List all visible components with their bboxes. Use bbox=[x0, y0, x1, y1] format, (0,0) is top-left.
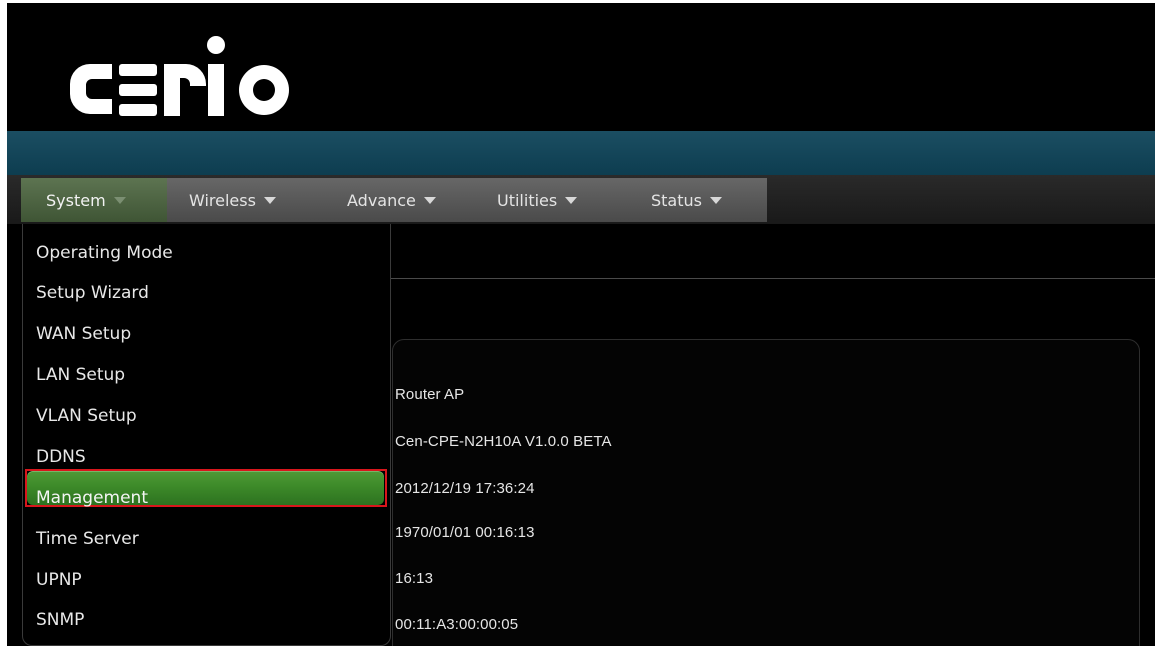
info-value-uptime: 16:13 bbox=[395, 570, 434, 587]
info-value-operating-mode: Router AP bbox=[395, 386, 465, 403]
menu-label: Advance bbox=[347, 190, 416, 210]
header-band bbox=[7, 131, 1155, 175]
dropdown-item-vlan-setup[interactable]: VLAN Setup bbox=[36, 406, 137, 426]
triangle-down-icon bbox=[423, 196, 436, 204]
app-window: Router AP Cen-CPE-N2H10A V1.0.0 BETA 201… bbox=[7, 3, 1155, 646]
menu-wireless[interactable]: Wireless bbox=[167, 178, 333, 222]
dropdown-item-snmp[interactable]: SNMP bbox=[36, 610, 84, 630]
menu-status[interactable]: Status bbox=[635, 178, 767, 222]
dropdown-item-lan-setup[interactable]: LAN Setup bbox=[36, 365, 125, 385]
divider bbox=[387, 278, 1155, 279]
triangle-down-icon bbox=[565, 196, 578, 204]
dropdown-item-setup-wizard[interactable]: Setup Wizard bbox=[36, 283, 149, 303]
dropdown-item-operating-mode[interactable]: Operating Mode bbox=[36, 243, 173, 263]
menu-label: Utilities bbox=[497, 190, 558, 210]
menu-label: Wireless bbox=[189, 190, 256, 210]
info-value-system-time: 1970/01/01 00:16:13 bbox=[395, 524, 535, 541]
menu-utilities[interactable]: Utilities bbox=[479, 178, 635, 222]
info-value-firmware: Cen-CPE-N2H10A V1.0.0 BETA bbox=[395, 433, 612, 450]
info-value-build-time: 2012/12/19 17:36:24 bbox=[395, 480, 535, 497]
triangle-down-icon bbox=[709, 196, 722, 204]
info-value-mac: 00:11:A3:00:00:05 bbox=[395, 616, 519, 633]
dropdown-item-ddns[interactable]: DDNS bbox=[36, 447, 86, 467]
logo-header bbox=[7, 3, 1155, 131]
menu-label: Status bbox=[651, 190, 702, 210]
main-menu-bar: System Wireless Advance Utilities Status bbox=[21, 178, 767, 222]
triangle-down-icon bbox=[263, 196, 276, 204]
menu-system[interactable]: System bbox=[21, 178, 167, 222]
dropdown-item-time-server[interactable]: Time Server bbox=[36, 529, 139, 549]
menu-advance[interactable]: Advance bbox=[333, 178, 479, 222]
dropdown-item-wan-setup[interactable]: WAN Setup bbox=[36, 324, 131, 344]
triangle-down-icon bbox=[113, 196, 126, 204]
dropdown-item-upnp[interactable]: UPNP bbox=[36, 570, 82, 590]
menu-label: System bbox=[46, 190, 106, 210]
dropdown-item-management[interactable]: Management bbox=[36, 488, 148, 508]
system-dropdown-menu: Operating Mode Setup Wizard WAN Setup LA… bbox=[22, 224, 391, 646]
cerio-logo bbox=[70, 36, 289, 116]
